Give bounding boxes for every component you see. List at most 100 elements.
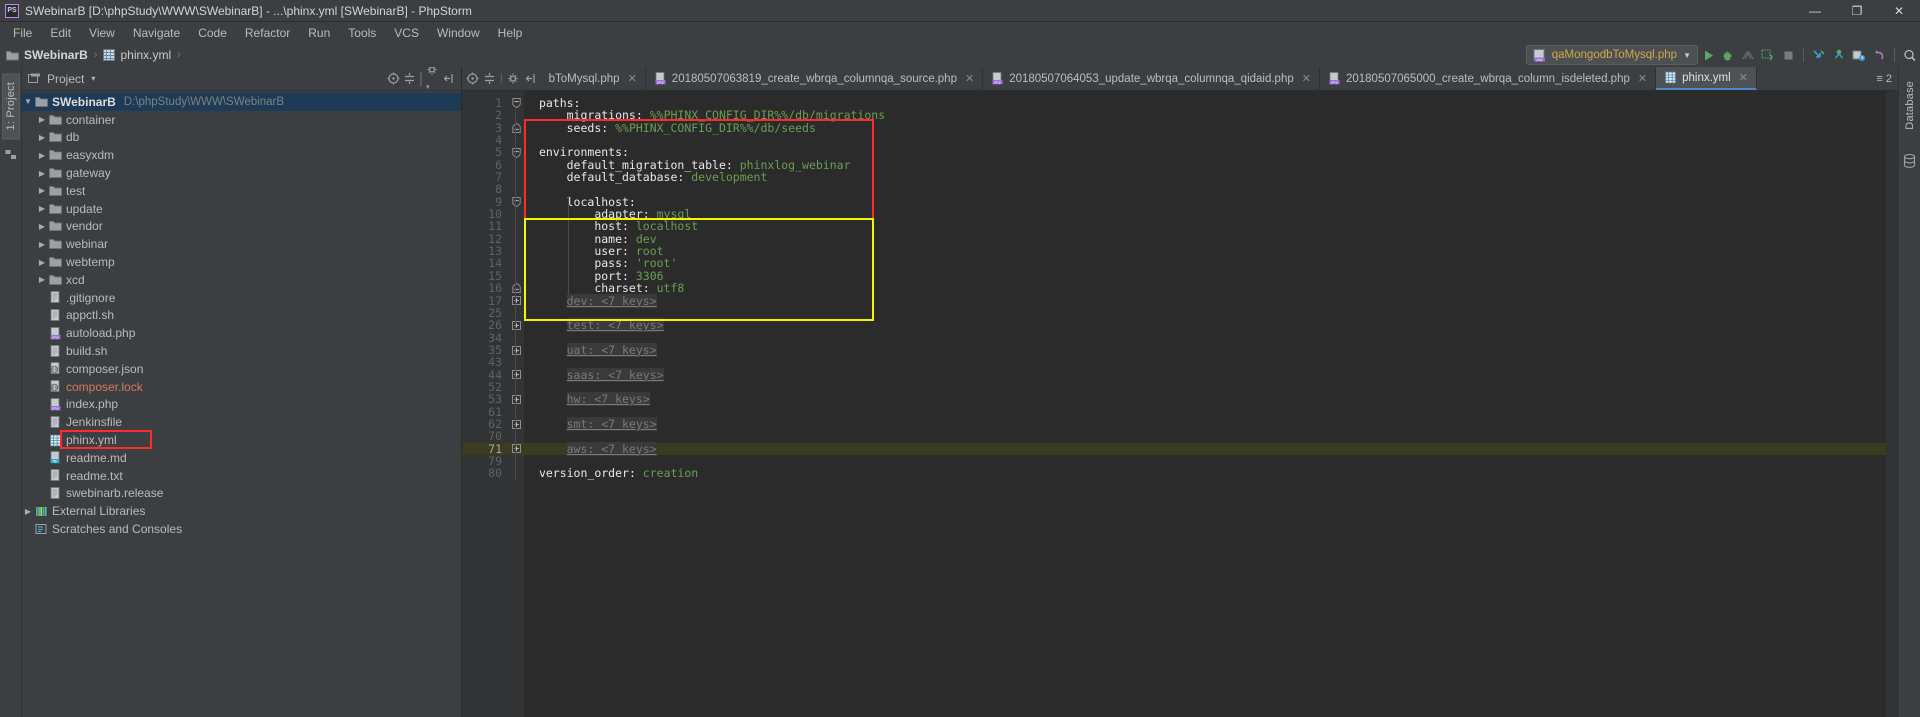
- tree-node-gateway[interactable]: ▶ gateway: [22, 164, 461, 182]
- menu-vcs[interactable]: VCS: [385, 24, 428, 42]
- code-line[interactable]: seeds: %%PHINX_CONFIG_DIR%%/db/seeds: [524, 122, 1886, 134]
- locate-file-icon[interactable]: [466, 72, 479, 85]
- tree-node-composer-json[interactable]: composer.json: [22, 360, 461, 378]
- close-button[interactable]: ✕: [1878, 0, 1920, 22]
- tree-node-xcd[interactable]: ▶ xcd: [22, 271, 461, 289]
- menu-refactor[interactable]: Refactor: [236, 24, 299, 42]
- close-icon[interactable]: ✕: [965, 72, 974, 85]
- close-icon[interactable]: ✕: [1638, 72, 1647, 85]
- fold-expand-icon[interactable]: [508, 393, 524, 405]
- code-line[interactable]: port: 3306: [524, 270, 1886, 282]
- fold-expand-icon[interactable]: [508, 295, 524, 307]
- run-configuration-selector[interactable]: php qaMongodbToMysql.php ▼: [1525, 45, 1698, 65]
- code-line[interactable]: test: <7 keys>: [524, 318, 1886, 333]
- editor-tab-20180507064053-update-wbrqa-columnqa-qidaid-php[interactable]: php 20180507064053_update_wbrqa_columnqa_…: [983, 67, 1320, 90]
- tree-node-autoload-php[interactable]: php autoload.php: [22, 324, 461, 342]
- chevron-right-icon[interactable]: ▶: [36, 240, 48, 249]
- editor-tab-btomysql-php[interactable]: bToMysql.php ✕: [541, 67, 646, 90]
- tree-node-container[interactable]: ▶ container: [22, 111, 461, 129]
- code-line[interactable]: pass: 'root': [524, 257, 1886, 269]
- code-line[interactable]: [524, 332, 1886, 344]
- menu-run[interactable]: Run: [299, 24, 339, 42]
- fold-expand-icon[interactable]: [508, 442, 524, 455]
- code-line[interactable]: hw: <7 keys>: [524, 392, 1886, 407]
- close-icon[interactable]: ✕: [1302, 72, 1311, 85]
- chevron-right-icon[interactable]: ▶: [36, 222, 48, 231]
- tree-node-vendor[interactable]: ▶ vendor: [22, 218, 461, 236]
- code-line[interactable]: adapter: mysql: [524, 208, 1886, 220]
- chevron-down-icon[interactable]: ▾: [91, 74, 95, 83]
- minimize-button[interactable]: —: [1794, 0, 1836, 22]
- sidebar-item-database[interactable]: Database: [1902, 73, 1918, 138]
- code-line[interactable]: name: dev: [524, 233, 1886, 245]
- editor-tab-overflow[interactable]: ≡ 2: [1870, 67, 1898, 90]
- fold-expand-icon[interactable]: [508, 418, 524, 430]
- breadcrumb-file[interactable]: phinx.yml: [103, 48, 171, 62]
- tree-node-webinar[interactable]: ▶ webinar: [22, 235, 461, 253]
- code-line[interactable]: localhost:: [524, 196, 1886, 208]
- fold-collapse-icon[interactable]: [508, 146, 524, 158]
- hide-panel-icon[interactable]: [524, 72, 537, 85]
- maximize-button[interactable]: ❐: [1836, 0, 1878, 22]
- editor-tab-phinx-yml[interactable]: phinx.yml ✕: [1656, 67, 1757, 90]
- fold-collapse-icon[interactable]: [508, 97, 524, 109]
- search-everywhere-icon[interactable]: [1900, 45, 1920, 65]
- stop-icon[interactable]: [1778, 45, 1798, 65]
- chevron-right-icon[interactable]: ▶: [36, 115, 48, 124]
- tree-node-test[interactable]: ▶ test: [22, 182, 461, 200]
- editor-tab-20180507065000-create-wbrqa-column-isdeleted-php[interactable]: php 20180507065000_create_wbrqa_column_is…: [1320, 67, 1657, 90]
- chevron-down-icon[interactable]: ▼: [22, 97, 34, 106]
- chevron-right-icon[interactable]: ▶: [22, 507, 34, 516]
- chevron-right-icon[interactable]: ▶: [36, 275, 48, 284]
- menu-file[interactable]: File: [4, 24, 41, 42]
- code-line[interactable]: [524, 381, 1886, 393]
- tree-node-gitignore[interactable]: .gitignore: [22, 289, 461, 307]
- error-marker-strip[interactable]: [1886, 91, 1898, 717]
- menu-edit[interactable]: Edit: [41, 24, 80, 42]
- code-line[interactable]: user: root: [524, 245, 1886, 257]
- code-line[interactable]: smt: <7 keys>: [524, 416, 1886, 431]
- profile-icon[interactable]: [1758, 45, 1778, 65]
- editor-tab-20180507063819-create-wbrqa-columnqa-source-php[interactable]: php 20180507063819_create_wbrqa_columnqa_…: [646, 67, 984, 90]
- code-line[interactable]: [524, 356, 1886, 368]
- collapse-all-icon[interactable]: [483, 72, 496, 85]
- gear-icon[interactable]: [507, 72, 520, 85]
- close-icon[interactable]: ✕: [1739, 71, 1748, 84]
- menu-view[interactable]: View: [80, 24, 124, 42]
- vcs-update-icon[interactable]: [1809, 45, 1829, 65]
- chevron-right-icon[interactable]: ▶: [36, 133, 48, 142]
- locate-icon[interactable]: [387, 72, 400, 85]
- tree-node-phinx-yml[interactable]: phinx.yml: [22, 430, 461, 450]
- coverage-icon[interactable]: [1738, 45, 1758, 65]
- chevron-right-icon[interactable]: ▶: [36, 186, 48, 195]
- tree-node-db[interactable]: ▶ db: [22, 129, 461, 147]
- fold-collapse-icon[interactable]: [508, 196, 524, 208]
- vcs-history-icon[interactable]: [1849, 45, 1869, 65]
- tree-node-index-php[interactable]: php index.php: [22, 396, 461, 414]
- code-line[interactable]: host: localhost: [524, 220, 1886, 232]
- menu-code[interactable]: Code: [189, 24, 236, 42]
- chevron-right-icon[interactable]: ▶: [36, 204, 48, 213]
- code-content[interactable]: paths: migrations: %%PHINX_CONFIG_DIR%%/…: [524, 91, 1886, 717]
- chevron-down-icon[interactable]: ▼: [1683, 51, 1691, 60]
- sidebar-item-project[interactable]: 1: Project: [1, 73, 20, 140]
- code-line[interactable]: aws: <7 keys>: [524, 441, 1886, 456]
- chevron-right-icon[interactable]: ▶: [36, 258, 48, 267]
- code-line[interactable]: charset: utf8: [524, 282, 1886, 294]
- tree-node-appctl-sh[interactable]: appctl.sh: [22, 307, 461, 325]
- close-icon[interactable]: ✕: [628, 72, 637, 85]
- gear-icon[interactable]: ▾: [426, 63, 439, 94]
- code-line[interactable]: [524, 430, 1886, 442]
- tree-node-swebinarb-release[interactable]: swebinarb.release: [22, 485, 461, 503]
- menu-window[interactable]: Window: [428, 24, 489, 42]
- fold-expand-icon[interactable]: [508, 369, 524, 381]
- tree-node-external-libraries[interactable]: ▶ External Libraries: [22, 502, 461, 520]
- debug-icon[interactable]: [1718, 45, 1738, 65]
- code-line[interactable]: [524, 183, 1886, 195]
- fold-collapse-end-icon[interactable]: [508, 122, 524, 134]
- fold-expand-icon[interactable]: [508, 344, 524, 356]
- tree-node-root-swebinarb[interactable]: ▼ SWebinarB D:\phpStudy\WWW\SWebinarB: [22, 93, 461, 111]
- menu-navigate[interactable]: Navigate: [124, 24, 189, 42]
- run-icon[interactable]: [1698, 45, 1718, 65]
- code-line[interactable]: [524, 134, 1886, 146]
